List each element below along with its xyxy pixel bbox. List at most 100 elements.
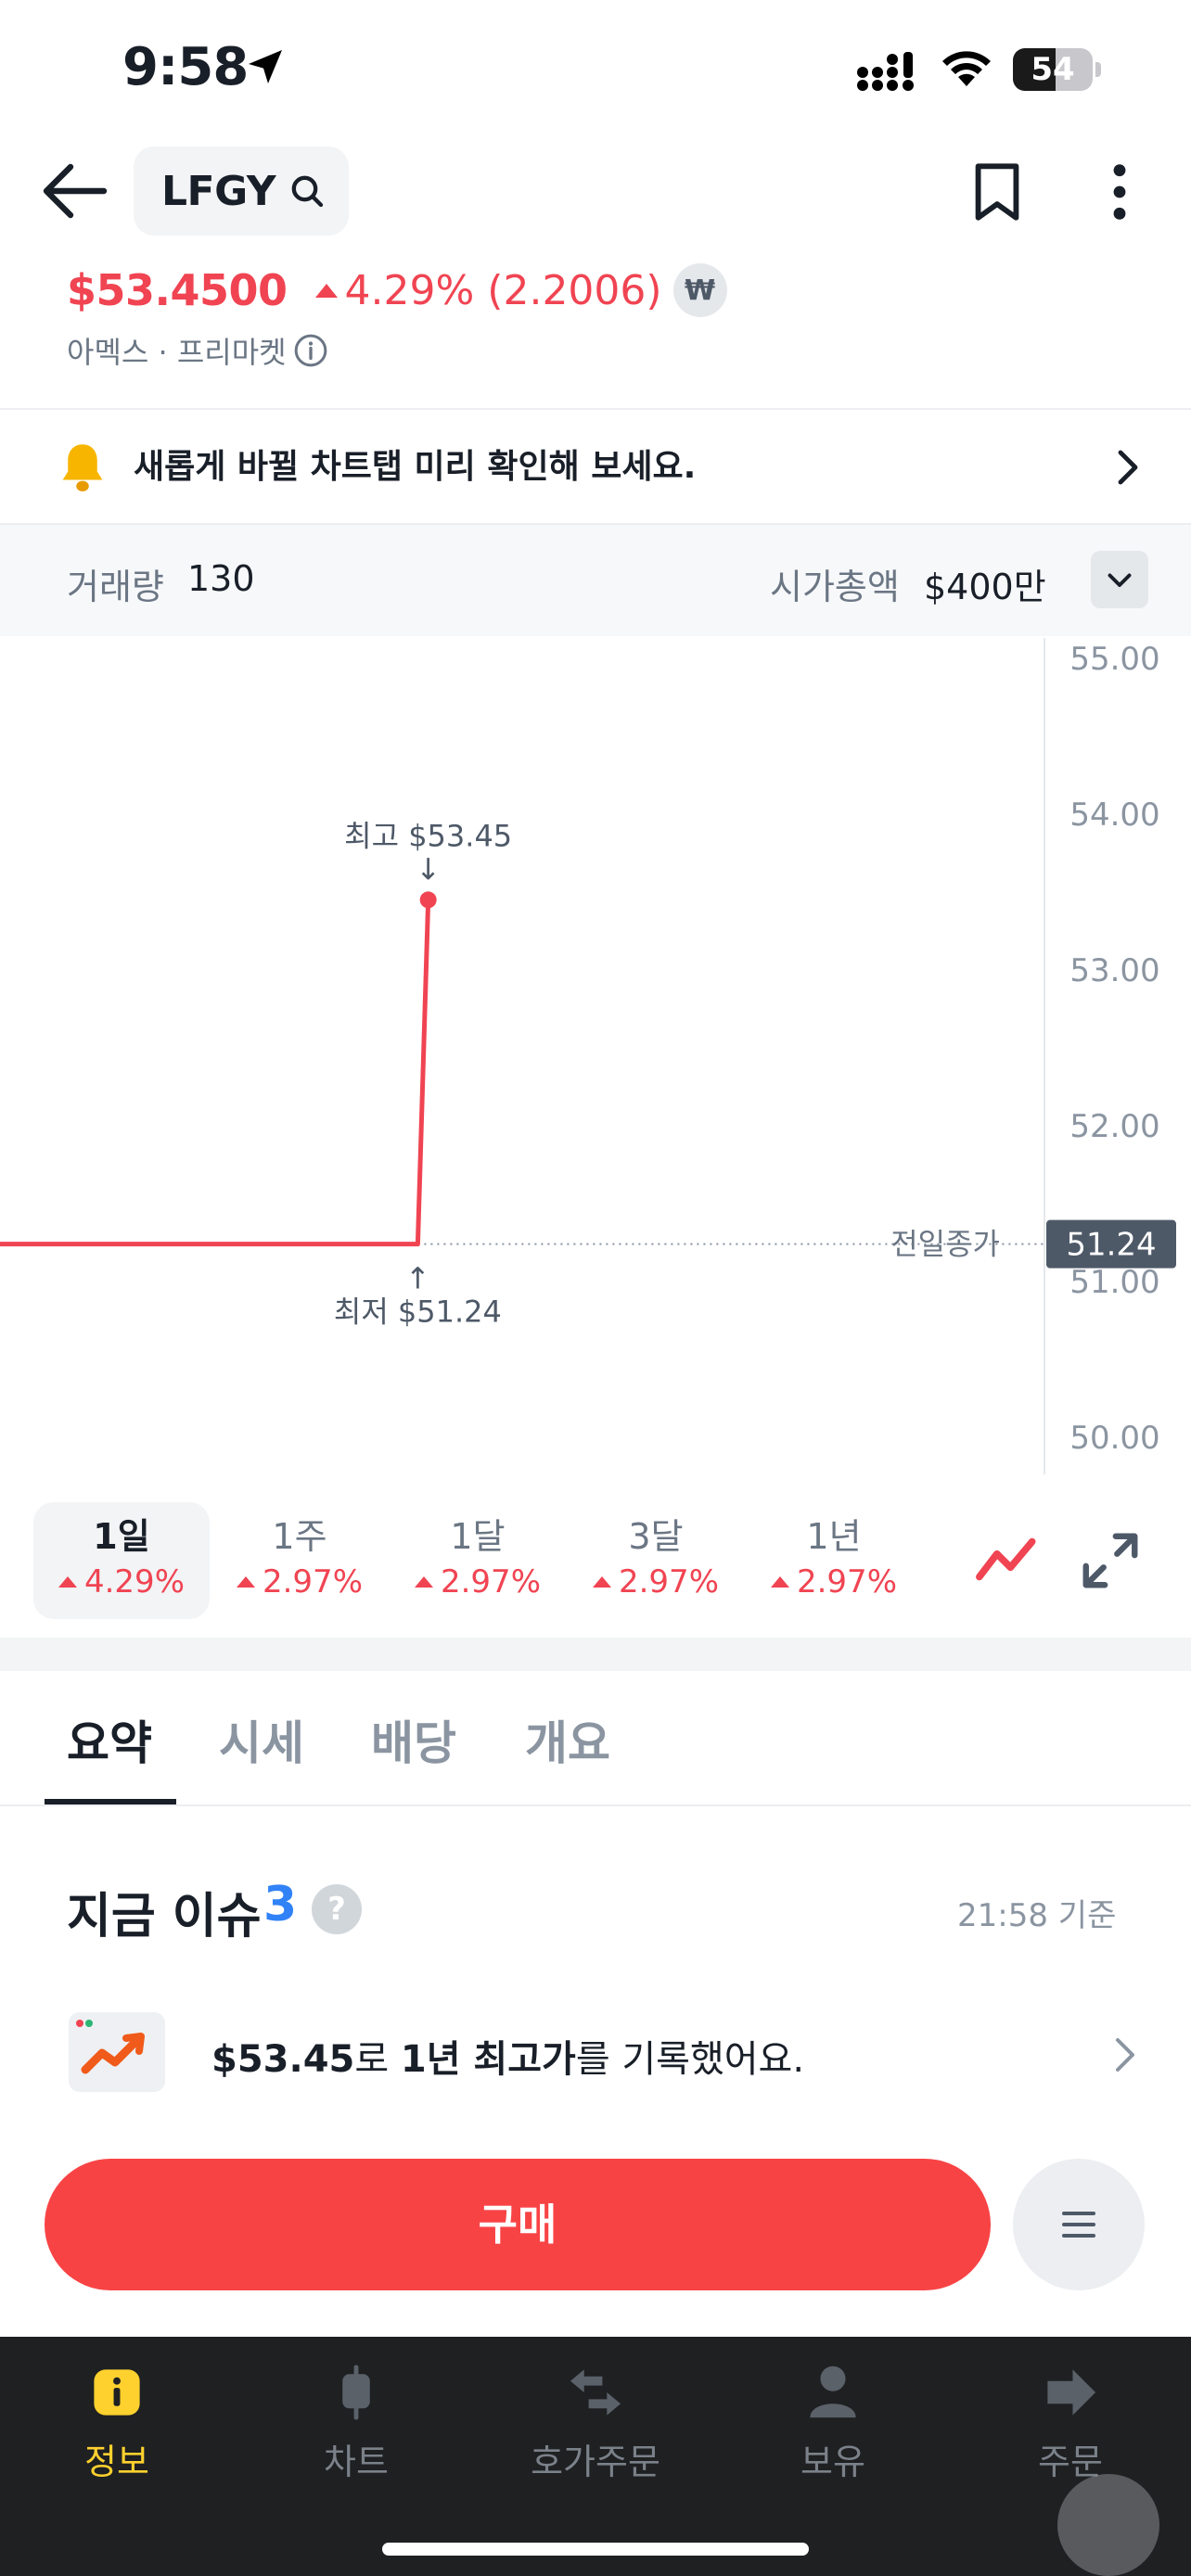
- period-label: 1주: [272, 1516, 327, 1557]
- y-tick-label: 53.00: [1069, 952, 1159, 989]
- order-menu-button[interactable]: [1013, 2159, 1145, 2290]
- period-tab-1d[interactable]: 1일 4.29%: [33, 1502, 210, 1619]
- trend-up-icon: [69, 2012, 165, 2092]
- nav-orderbook[interactable]: 호가주문: [512, 2363, 679, 2484]
- hamburger-menu-icon: [1062, 2212, 1095, 2238]
- chevron-down-icon: [1108, 573, 1132, 587]
- period-change-value: 4.29%: [83, 1563, 185, 1600]
- period-label: 1년: [806, 1516, 862, 1557]
- up-triangle-icon: [236, 1576, 255, 1588]
- price-chart[interactable]: 55.00 54.00 53.00 52.00 51.00 50.00 전일종가 51.2…: [0, 638, 1191, 1474]
- nav-label: 보유: [800, 2442, 865, 2482]
- section-gap: [0, 1638, 1191, 1671]
- period-selector: 1일 4.29% 1주 2.97% 1달 2.97% 3달 2.97% 1년 2…: [0, 1474, 1191, 1638]
- info-square-icon: [94, 2369, 140, 2416]
- ticker-search-chip[interactable]: LFGY: [134, 147, 349, 236]
- nav-orders[interactable]: 주문: [987, 2363, 1154, 2484]
- more-vertical-icon[interactable]: [1087, 159, 1152, 224]
- up-triangle-icon: [592, 1576, 611, 1588]
- battery-level: 54: [1031, 51, 1075, 88]
- price-change: 4.29% (2.2006): [314, 267, 662, 314]
- period-tab-1y[interactable]: 1년 2.97%: [746, 1502, 922, 1619]
- period-label: 3달: [628, 1516, 684, 1557]
- notice-banner[interactable]: 새롭게 바뀔 차트탭 미리 확인해 보세요.: [0, 412, 1191, 523]
- y-axis: 55.00 54.00 53.00 52.00 51.00 50.00: [1069, 641, 1159, 1457]
- up-triangle-icon: [58, 1576, 77, 1588]
- period-change-value: 2.97%: [618, 1563, 719, 1600]
- market-info: 아멕스 · 프리마켓: [67, 328, 329, 373]
- y-tick-label: 54.00: [1069, 797, 1159, 834]
- high-label: 최고 $53.45: [344, 818, 512, 853]
- issue-highlight: 1년 최고가: [400, 2038, 576, 2081]
- issue-item[interactable]: $53.45로 1년 최고가를 기록했어요.: [0, 1994, 1191, 2114]
- issues-title: 지금 이슈: [67, 1889, 262, 1945]
- y-tick-label: 50.00: [1069, 1420, 1159, 1457]
- issue-text-tail: 를 기록했어요.: [575, 2038, 805, 2081]
- current-price: $53.4500: [67, 265, 288, 315]
- person-icon: [810, 2366, 856, 2418]
- candlestick-icon: [342, 2365, 370, 2420]
- fullscreen-icon[interactable]: [1078, 1528, 1143, 1593]
- high-point-marker: [419, 891, 437, 909]
- issues-count: 3: [263, 1877, 298, 1932]
- tab-summary[interactable]: 요약: [67, 1706, 152, 1773]
- chevron-right-icon: [1116, 2038, 1134, 2072]
- volume-label: 거래량: [67, 567, 164, 607]
- line-chart-type-icon[interactable]: [974, 1528, 1039, 1593]
- tab-quotes[interactable]: 시세: [219, 1706, 304, 1773]
- low-label: 최저 $51.24: [334, 1294, 502, 1330]
- stats-bar: 거래량 130 시가총액 $400만: [0, 525, 1191, 636]
- arrow-right-icon: [1047, 2369, 1096, 2416]
- up-arrow-icon: ↑: [405, 1261, 430, 1296]
- nav-holdings[interactable]: 보유: [749, 2363, 916, 2484]
- nav-info[interactable]: 정보: [33, 2363, 200, 2484]
- y-tick-label: 51.00: [1069, 1264, 1159, 1301]
- market-label: 아멕스 · 프리마켓: [67, 335, 287, 370]
- issue-text-mid: 로: [354, 2038, 401, 2081]
- period-change-value: 2.97%: [440, 1563, 541, 1600]
- help-icon[interactable]: ?: [312, 1884, 362, 1934]
- status-time: 9:58: [122, 37, 249, 97]
- notice-text: 새롭게 바뀔 차트탭 미리 확인해 보세요.: [134, 448, 697, 486]
- period-change: 4.29%: [33, 1560, 210, 1604]
- up-triangle-icon: [770, 1576, 789, 1588]
- divider: [0, 1804, 1191, 1806]
- up-triangle-icon: [314, 283, 338, 298]
- period-tab-1w[interactable]: 1주 2.97%: [211, 1502, 388, 1619]
- y-tick-label: 52.00: [1069, 1108, 1159, 1145]
- period-tab-1m[interactable]: 1달 2.97%: [390, 1502, 566, 1619]
- market-cap-value: $400만: [924, 567, 1046, 607]
- tab-overview[interactable]: 개요: [525, 1706, 610, 1773]
- bookmark-icon[interactable]: [965, 159, 1030, 224]
- floating-assistant-avatar[interactable]: [1057, 2474, 1159, 2576]
- prev-close-label: 전일종가: [890, 1227, 1000, 1262]
- issues-timestamp: 21:58 기준: [957, 1897, 1117, 1934]
- period-tab-3m[interactable]: 3달 2.97%: [568, 1502, 744, 1619]
- section-tabs: 요약 시세 배당 개요: [0, 1671, 1191, 1804]
- period-change-value: 2.97%: [796, 1563, 897, 1600]
- nav-label: 주문: [1038, 2442, 1103, 2482]
- y-tick-label: 55.00: [1069, 641, 1159, 678]
- bottom-nav: 정보 차트 호가주문 보유 주문: [0, 2337, 1191, 2576]
- buy-button[interactable]: 구매: [45, 2159, 991, 2290]
- location-arrow-icon: [249, 50, 282, 83]
- back-arrow-icon[interactable]: [37, 158, 111, 224]
- price-row: $53.4500 4.29% (2.2006) ₩: [67, 260, 727, 321]
- bell-icon: [62, 444, 103, 491]
- volume-value: 130: [187, 558, 255, 599]
- nav-label: 차트: [324, 2442, 389, 2482]
- info-icon[interactable]: [292, 332, 329, 369]
- period-label: 1달: [450, 1516, 506, 1557]
- nav-label: 호가주문: [531, 2442, 660, 2482]
- period-change-value: 2.97%: [262, 1563, 363, 1600]
- prev-close-value: 51.24: [1066, 1227, 1156, 1264]
- search-icon: [291, 175, 324, 208]
- tab-dividends[interactable]: 배당: [371, 1706, 456, 1773]
- home-indicator: [382, 2543, 809, 2556]
- battery-icon: 54: [1013, 48, 1102, 91]
- stats-expand-button[interactable]: [1091, 551, 1148, 608]
- currency-toggle-button[interactable]: ₩: [672, 263, 727, 317]
- period-change: 2.97%: [568, 1560, 744, 1604]
- nav-chart[interactable]: 차트: [273, 2363, 440, 2484]
- market-cap-label: 시가총액: [770, 567, 900, 607]
